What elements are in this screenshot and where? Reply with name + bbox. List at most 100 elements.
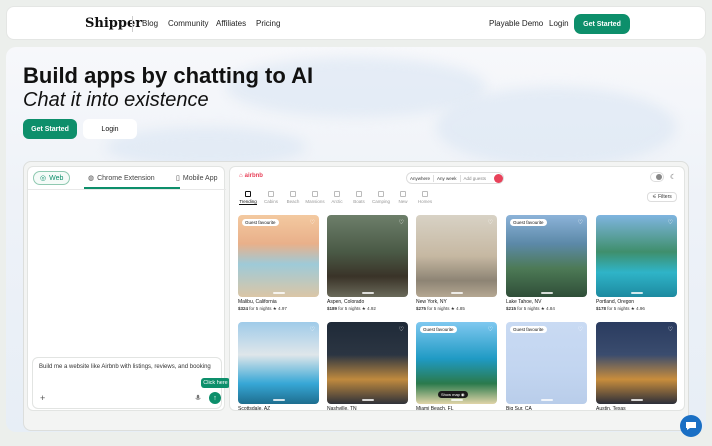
heart-icon[interactable]: ♡ xyxy=(578,219,583,226)
category-boats[interactable]: Boats xyxy=(348,191,370,204)
heart-icon[interactable]: ♡ xyxy=(668,326,673,333)
listing-location: Malibu, California xyxy=(238,299,277,305)
globe-icon: ◎ xyxy=(40,175,47,182)
category-trending[interactable]: Trending xyxy=(237,191,259,204)
tab-mobile-app[interactable]: ▯ Mobile App xyxy=(176,171,218,185)
listing-price: $275 for 5 nights ★ 4.85 xyxy=(416,306,465,311)
nav-link-community[interactable]: Community xyxy=(168,19,208,28)
category-camping[interactable]: Camping xyxy=(370,191,392,204)
plus-icon[interactable]: + xyxy=(40,393,45,403)
category-label: Boats xyxy=(353,199,365,204)
nav-link-affiliates[interactable]: Affiliates xyxy=(216,19,246,28)
tab-web[interactable]: ◎ Web xyxy=(33,171,71,185)
tab-chrome-extension[interactable]: ◍ Chrome Extension xyxy=(88,171,155,185)
search-add-guests[interactable]: Add guests xyxy=(461,176,490,181)
heart-icon[interactable]: ♡ xyxy=(488,219,493,226)
guest-favourite-badge: Guest favourite xyxy=(510,219,547,226)
category-mansions[interactable]: Mansions xyxy=(304,191,326,204)
search-icon[interactable] xyxy=(494,174,503,183)
category-cabins[interactable]: Cabins xyxy=(260,191,282,204)
guest-favourite-badge: Guest favourite xyxy=(510,326,547,333)
listing-photo[interactable]: ♡ Guest favourite xyxy=(238,215,319,297)
get-started-button[interactable]: Get Started xyxy=(574,14,630,34)
search-anywhere[interactable]: Anywhere xyxy=(407,176,433,181)
arctic-icon xyxy=(334,191,340,197)
hero-get-started-button[interactable]: Get Started xyxy=(23,119,77,139)
microphone-icon[interactable] xyxy=(194,394,202,402)
carousel-dots xyxy=(541,399,553,401)
listing-photo[interactable]: ♡ xyxy=(596,215,677,297)
nav-link-pricing[interactable]: Pricing xyxy=(256,19,280,28)
nav-link-blog[interactable]: Blog xyxy=(142,19,158,28)
listing-card[interactable]: ♡ Guest favourite Malibu, California $324 f… xyxy=(238,215,319,312)
send-button[interactable]: ↑ xyxy=(209,392,221,404)
heart-icon[interactable]: ♡ xyxy=(578,326,583,333)
listing-location: Big Sur, CA xyxy=(506,406,532,411)
top-nav: Shipper Blog Community Affiliates Pricin… xyxy=(6,6,706,40)
category-label: Cabins xyxy=(263,199,278,204)
listing-location: Aspen, Colorado xyxy=(327,299,365,305)
filters-label: Filters xyxy=(658,194,672,200)
chat-support-button[interactable] xyxy=(680,415,702,437)
listing-photo[interactable]: ♡ xyxy=(238,322,319,404)
tab-label: Mobile App xyxy=(182,174,218,182)
listing-card[interactable]: ♡ Scottsdale, AZ xyxy=(238,322,319,410)
prompt-text[interactable]: Build me a website like Airbnb with list… xyxy=(39,364,211,370)
listing-card[interactable]: ♡ New York, NY $275 for 5 nights ★ 4.85 xyxy=(416,215,497,312)
listing-photo[interactable]: ♡ xyxy=(416,215,497,297)
listing-price: $189 for 5 nights ★ 4.92 xyxy=(327,306,376,311)
home-icon xyxy=(422,191,428,197)
filters-button[interactable]: ⚟ Filters xyxy=(647,192,677,202)
listing-card[interactable]: ♡ Portland, Oregon $178 for 5 nights ★ 4.9… xyxy=(596,215,677,312)
heart-icon[interactable]: ♡ xyxy=(668,219,673,226)
hero-login-button[interactable]: Login xyxy=(83,119,137,139)
logo[interactable]: Shipper xyxy=(85,16,142,31)
listing-card[interactable]: ♡ Guest favourite Big Sur, CA xyxy=(506,322,587,411)
heart-icon[interactable]: ♡ xyxy=(399,326,404,333)
category-homes[interactable]: Homes xyxy=(414,191,436,204)
listing-photo[interactable]: ♡ Guest favourite xyxy=(506,215,587,297)
listing-card[interactable]: ♡ Guest favourite Lake Tahoe, NV $215 for 5… xyxy=(506,215,587,312)
tab-label: Chrome Extension xyxy=(97,174,155,182)
boat-icon xyxy=(356,191,362,197)
nav-link-login[interactable]: Login xyxy=(549,19,569,28)
airbnb-logo[interactable]: ⌂ airbnb xyxy=(239,173,263,179)
search-bar[interactable]: Anywhere Any week Add guests xyxy=(406,172,504,184)
listing-card[interactable]: ♡ Nashville, TN xyxy=(327,322,408,410)
category-label: Beach xyxy=(286,199,300,204)
airbnb-brand: airbnb xyxy=(244,173,263,179)
listing-photo[interactable]: ♡ xyxy=(596,322,677,404)
listing-price: $324 for 5 nights ★ 4.97 xyxy=(238,306,287,311)
hero-title: Build apps by chatting to AI xyxy=(23,63,314,88)
category-indicator xyxy=(239,204,257,205)
heart-icon[interactable]: ♡ xyxy=(310,326,315,333)
moon-icon[interactable]: ☾ xyxy=(670,173,676,181)
listing-price: $215 for 5 nights ★ 4.84 xyxy=(506,306,555,311)
airbnb-preview: ⌂ airbnb Anywhere Any week Add guests ☾ … xyxy=(229,166,685,411)
category-new[interactable]: New xyxy=(392,191,414,204)
listing-card[interactable]: ♡ Guest favourite Show map ◉ Miami Beach, F… xyxy=(416,322,497,410)
category-arctic[interactable]: Arctic xyxy=(326,191,348,204)
search-any-week[interactable]: Any week xyxy=(434,176,460,181)
heart-icon[interactable]: ♡ xyxy=(488,326,493,333)
trending-icon xyxy=(245,191,251,197)
prompt-input[interactable]: Build me a website like Airbnb with list… xyxy=(32,357,222,409)
category-beach[interactable]: Beach xyxy=(282,191,304,204)
listing-photo[interactable]: ♡ xyxy=(327,322,408,404)
listing-photo[interactable]: ♡ Guest favourite Show map ◉ xyxy=(416,322,497,404)
carousel-dots xyxy=(451,292,463,294)
show-map-button[interactable]: Show map ◉ xyxy=(438,391,468,398)
mansion-icon xyxy=(312,191,318,197)
listing-card[interactable]: ♡ Austin, Texas xyxy=(596,322,677,410)
category-label: New xyxy=(398,199,408,204)
tent-icon xyxy=(378,191,384,197)
heart-icon[interactable]: ♡ xyxy=(399,219,404,226)
avatar[interactable] xyxy=(656,174,662,180)
heart-icon[interactable]: ♡ xyxy=(310,219,315,226)
nav-divider xyxy=(132,16,133,32)
listing-photo[interactable]: ♡ Guest favourite xyxy=(506,322,587,404)
carousel-dots xyxy=(631,292,643,294)
listing-card[interactable]: ♡ Aspen, Colorado $189 for 5 nights ★ 4.92 xyxy=(327,215,408,312)
listing-photo[interactable]: ♡ xyxy=(327,215,408,297)
nav-link-playable-demo[interactable]: Playable Demo xyxy=(489,19,543,28)
